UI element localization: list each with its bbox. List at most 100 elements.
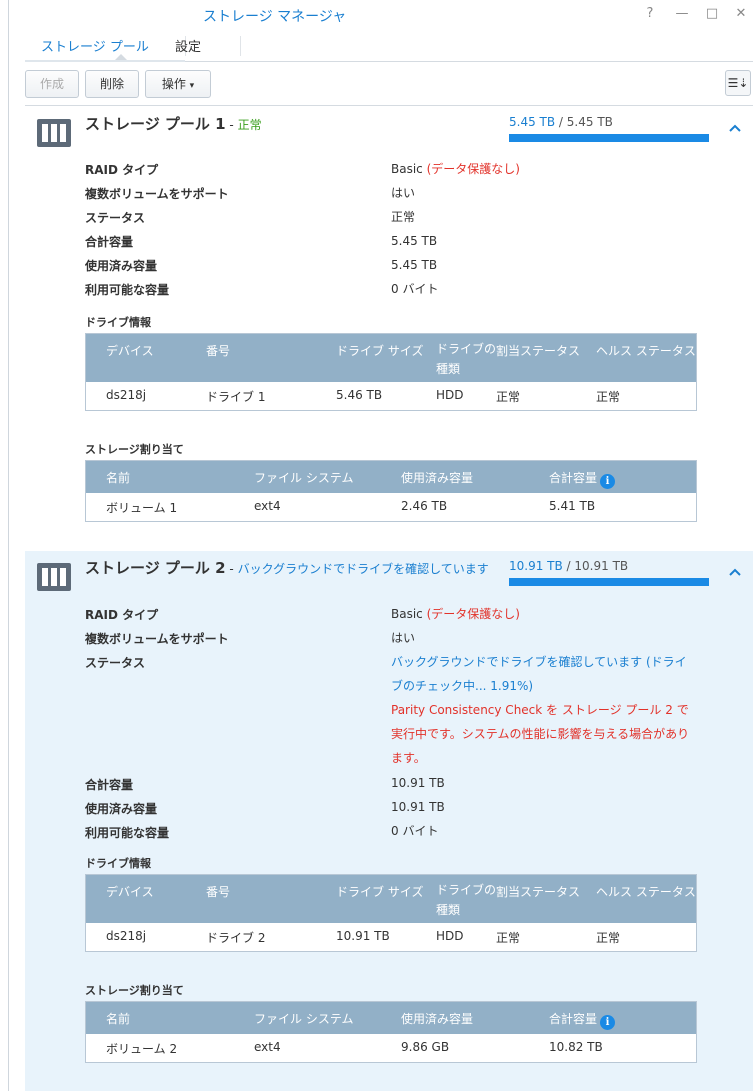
usage-total: / 5.45 TB	[555, 115, 613, 129]
pool-status-summary: バックグラウンドでドライブを確認しています	[237, 562, 489, 576]
available-capacity-value: 0 バイト	[391, 824, 439, 838]
column-header[interactable]: ドライブ サイズ	[336, 342, 423, 359]
tab-divider	[240, 36, 241, 56]
storage-pool-1[interactable]: ストレージ プール 1 - 正常 5.45 TB / 5.45 TB RAID …	[25, 107, 753, 551]
tab-bar: ストレージ プール 設定	[25, 30, 753, 62]
toolbar: 作成 削除 操作 ▾ ☰⇣	[25, 62, 753, 106]
status-label: ステータス	[85, 656, 146, 670]
usage-bar	[509, 578, 709, 586]
used-capacity-value: 10.91 TB	[391, 800, 445, 814]
pool-usage: 5.45 TB / 5.45 TB	[509, 115, 613, 129]
action-dropdown[interactable]: 操作 ▾	[145, 70, 211, 98]
help-icon[interactable]: ?	[642, 6, 658, 21]
usage-used: 10.91 TB	[509, 559, 563, 573]
column-header[interactable]: 名前	[106, 1010, 130, 1027]
pool-title-separator: -	[225, 562, 238, 576]
volume-table: 名前 ファイル システム 使用済み容量 合計容量 i ボリューム 2 ext4 9…	[85, 1001, 697, 1063]
maximize-icon[interactable]: □	[704, 6, 720, 21]
info-icon[interactable]: i	[600, 1015, 616, 1030]
pool-name: ストレージ プール 1	[85, 115, 226, 133]
usage-bar	[509, 134, 709, 142]
column-header[interactable]: ドライブ サイズ	[336, 883, 423, 900]
drive-table: デバイス 番号 ドライブ サイズ ドライブの種類 割当ステータス ヘルス ステー…	[85, 874, 697, 952]
column-header[interactable]: 使用済み容量	[401, 469, 473, 486]
volume-table-header: 名前 ファイル システム 使用済み容量 合計容量 i	[86, 461, 696, 493]
storage-pool-icon	[37, 119, 71, 147]
usage-used: 5.45 TB	[509, 115, 556, 129]
storage-allocation-title: ストレージ割り当て	[85, 443, 184, 456]
table-row[interactable]: ボリューム 2 ext4 9.86 GB 10.82 TB	[86, 1034, 696, 1062]
storage-pool-2[interactable]: ストレージ プール 2 - バックグラウンドでドライブを確認しています 10.9…	[25, 551, 753, 1091]
column-header[interactable]: 番号	[206, 342, 230, 359]
drive-table: デバイス 番号 ドライブ サイズ ドライブの種類 割当ステータス ヘルス ステー…	[85, 333, 697, 411]
pool-title-separator: -	[225, 118, 238, 132]
multi-volume-value: はい	[391, 631, 416, 645]
column-header[interactable]: ファイル システム	[254, 1010, 353, 1027]
column-header[interactable]: 割当ステータス	[496, 342, 580, 359]
left-border	[8, 0, 9, 1091]
column-header[interactable]: デバイス	[106, 883, 154, 900]
column-header[interactable]: 名前	[106, 469, 130, 486]
volume-total: 10.82 TB	[549, 1040, 603, 1054]
action-label: 操作	[161, 77, 186, 91]
collapse-chevron-icon[interactable]	[729, 123, 741, 135]
column-header[interactable]: ヘルス ステータス	[596, 883, 696, 900]
column-header[interactable]: 番号	[206, 883, 230, 900]
create-button[interactable]: 作成	[25, 70, 79, 98]
minimize-icon[interactable]: —	[674, 6, 690, 21]
warning-line: ます。	[391, 751, 426, 765]
drive-device: ds218j	[106, 929, 147, 943]
column-header[interactable]: 合計容量 i	[549, 469, 616, 489]
warning-line: 実行中です。システムの性能に影響を与える場合があり	[391, 727, 690, 741]
available-capacity-label: 利用可能な容量	[85, 826, 170, 840]
sort-icon[interactable]: ☰⇣	[725, 70, 751, 96]
window-title: ストレージ マネージャ	[203, 9, 347, 25]
column-header[interactable]: ドライブの種類	[436, 880, 496, 920]
table-row[interactable]: ds218j ドライブ 1 5.46 TB HDD 正常 正常	[86, 382, 696, 410]
table-row[interactable]: ボリューム 1 ext4 2.46 TB 5.41 TB	[86, 493, 696, 521]
column-header[interactable]: デバイス	[106, 342, 154, 359]
volume-total: 5.41 TB	[549, 499, 596, 513]
used-capacity-value: 5.45 TB	[391, 258, 438, 272]
pool-title: ストレージ プール 2 - バックグラウンドでドライブを確認しています	[85, 557, 489, 578]
info-icon[interactable]: i	[600, 474, 616, 489]
column-header[interactable]: ファイル システム	[254, 469, 353, 486]
drive-table-header: デバイス 番号 ドライブ サイズ ドライブの種類 割当ステータス ヘルス ステー…	[86, 334, 696, 382]
column-header[interactable]: 合計容量 i	[549, 1010, 616, 1030]
drive-health-status: 正常	[596, 390, 621, 404]
drive-info-title: ドライブ情報	[85, 857, 151, 870]
delete-button[interactable]: 削除	[85, 70, 139, 98]
pool-name: ストレージ プール 2	[85, 559, 226, 577]
storage-allocation-title: ストレージ割り当て	[85, 984, 184, 997]
status-value: 正常	[391, 210, 416, 224]
multi-volume-label: 複数ボリュームをサポート	[85, 632, 229, 646]
pool-title: ストレージ プール 1 - 正常	[85, 113, 262, 134]
multi-volume-value: はい	[391, 186, 416, 200]
status-value: バックグラウンドでドライブを確認しています (ドライ ブのチェック中... 1.…	[391, 650, 689, 770]
total-capacity-label: 合計容量	[85, 778, 134, 792]
total-capacity-value: 10.91 TB	[391, 776, 445, 790]
active-tab-pointer	[115, 54, 127, 60]
volume-filesystem: ext4	[254, 1040, 281, 1054]
drive-number: ドライブ 2	[206, 931, 266, 945]
used-capacity-label: 使用済み容量	[85, 259, 158, 273]
column-header[interactable]: ドライブの種類	[436, 339, 496, 379]
drive-table-header: デバイス 番号 ドライブ サイズ ドライブの種類 割当ステータス ヘルス ステー…	[86, 875, 696, 923]
column-header[interactable]: 使用済み容量	[401, 1010, 473, 1027]
tab-storage-pool[interactable]: ストレージ プール	[41, 36, 149, 55]
volume-used: 9.86 GB	[401, 1040, 450, 1054]
column-header[interactable]: ヘルス ステータス	[596, 342, 696, 359]
volume-used: 2.46 TB	[401, 499, 448, 513]
column-header[interactable]: 割当ステータス	[496, 883, 580, 900]
tab-settings[interactable]: 設定	[175, 36, 201, 55]
collapse-chevron-icon[interactable]	[729, 567, 741, 579]
warning-line: Parity Consistency Check を ストレージ プール 2 で	[391, 703, 689, 717]
close-icon[interactable]: ✕	[733, 6, 749, 21]
drive-alloc-status: 正常	[496, 390, 521, 404]
chevron-down-icon: ▾	[189, 81, 195, 91]
drive-number: ドライブ 1	[206, 390, 266, 404]
drive-info-title: ドライブ情報	[85, 316, 151, 329]
drive-size: 10.91 TB	[336, 929, 390, 943]
drive-alloc-status: 正常	[496, 931, 521, 945]
table-row[interactable]: ds218j ドライブ 2 10.91 TB HDD 正常 正常	[86, 923, 696, 951]
